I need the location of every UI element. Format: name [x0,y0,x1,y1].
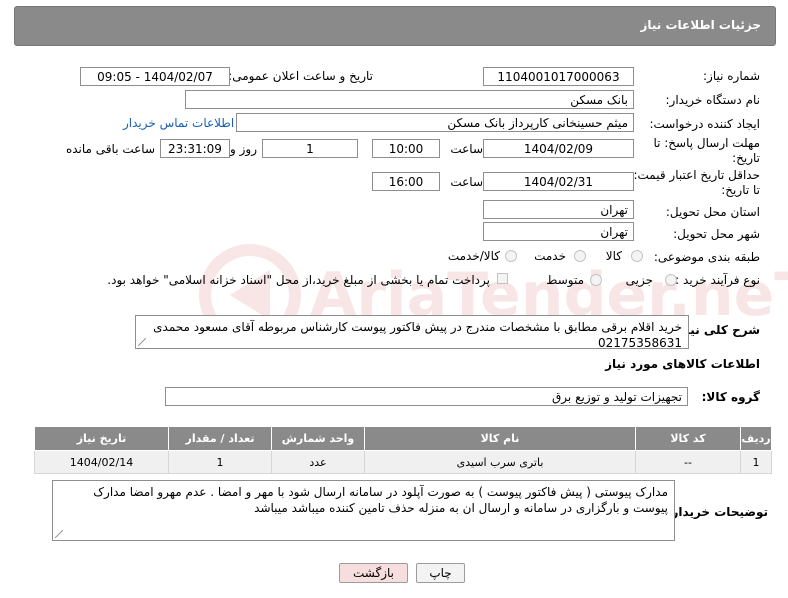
validity-time-field[interactable]: 16:00 [372,172,440,191]
category-both-radio[interactable] [505,250,517,262]
category-goods-radio[interactable] [631,250,643,262]
col-code: کد کالا [635,426,741,451]
need-number-label: شماره نیاز: [703,69,760,83]
validity-label-1: حداقل تاریخ اعتبار قیمت: [633,168,760,182]
validity-label-2: تا تاریخ: [721,183,760,197]
goods-section-title: اطلاعات کالاهای مورد نیاز [605,357,760,371]
category-goods-label: کالا [605,249,622,263]
remaining-time-field[interactable]: 23:31:09 [160,139,230,158]
contact-info-link[interactable]: اطلاعات تماس خریدار [123,116,234,130]
col-name: نام کالا [364,426,636,451]
header-panel: جزئیات اطلاعات نیاز [14,6,776,46]
deadline-time-label: ساعت [450,142,483,156]
col-qty: تعداد / مقدار [168,426,272,451]
cell-row: 1 [740,450,772,474]
category-service-radio[interactable] [574,250,586,262]
print-button[interactable]: چاپ [416,563,465,583]
buyer-org-label: نام دستگاه خریدار: [665,93,761,107]
city-label: شهر محل تحویل: [673,227,760,241]
category-service-label: خدمت [534,249,566,263]
description-text: خرید اقلام برقی مطابق با مشخصات مندرج در… [153,320,682,349]
col-row: ردیف [740,426,772,451]
deadline-date-field[interactable]: 1404/02/09 [483,139,634,158]
cell-name: باتری سرب اسیدی [364,450,636,474]
deadline-label-1: مهلت ارسال پاسخ: تا [653,136,760,150]
buyer-notes-label: توضیحات خریدار: [666,505,768,519]
remaining-time-label: ساعت باقی مانده [65,142,155,156]
buyer-notes-textarea[interactable]: مدارک پیوستی ( پیش فاکتور پیوست ) به صور… [52,480,675,541]
announce-field[interactable]: 1404/02/07 - 09:05 [80,67,230,86]
category-both-label: کالا/خدمت [447,249,500,263]
buyer-org-field[interactable]: بانک مسکن [185,90,634,109]
col-unit: واحد شمارش [271,426,365,451]
page-title: جزئیات اطلاعات نیاز [640,18,761,32]
cell-qty: 1 [168,450,272,474]
cell-code: -- [635,450,741,474]
province-field[interactable]: تهران [483,200,634,219]
goods-group-field[interactable]: تجهیزات تولید و توزیع برق [165,387,688,406]
table-row[interactable]: 1 -- باتری سرب اسیدی عدد 1 1404/02/14 [34,450,772,474]
treasury-payment-note: پرداخت تمام یا بخشی از مبلغ خرید،از محل … [107,273,490,287]
creator-field[interactable]: میثم حسینخانی کارپرداز بانک مسکن [236,113,634,132]
process-minor-label: جزیی [625,273,653,287]
treasury-payment-checkbox[interactable] [497,273,508,284]
deadline-time-field[interactable]: 10:00 [372,139,440,158]
announce-label: تاریخ و ساعت اعلان عمومی: [228,69,373,83]
resize-grip-icon[interactable] [138,338,146,346]
buyer-notes-text: مدارک پیوستی ( پیش فاکتور پیوست ) به صور… [93,485,668,515]
category-label: طبقه بندی موضوعی: [653,250,760,264]
cell-unit: عدد [271,450,365,474]
cell-date: 1404/02/14 [34,450,169,474]
goods-table-header: ردیف کد کالا نام کالا واحد شمارش تعداد /… [34,426,772,451]
process-medium-radio[interactable] [590,274,602,286]
days-label: روز و [230,142,257,156]
days-field[interactable]: 1 [262,139,358,158]
resize-grip-icon[interactable] [55,530,63,538]
validity-date-field[interactable]: 1404/02/31 [483,172,634,191]
goods-table: ردیف کد کالا نام کالا واحد شمارش تعداد /… [34,426,772,474]
back-button[interactable]: بازگشت [339,563,408,583]
province-label: استان محل تحویل: [665,205,760,219]
process-medium-label: متوسط [546,273,584,287]
description-textarea[interactable]: خرید اقلام برقی مطابق با مشخصات مندرج در… [135,315,689,349]
goods-group-label: گروه کالا: [701,390,760,404]
need-number-field[interactable]: 1104001017000063 [483,67,634,86]
validity-time-label: ساعت [450,175,483,189]
deadline-label-2: تاریخ: [732,151,760,165]
city-field[interactable]: تهران [483,222,634,241]
process-label: نوع فرآیند خرید : [675,273,760,287]
process-minor-radio[interactable] [665,274,677,286]
col-date: تاریخ نیاز [34,426,169,451]
creator-label: ایجاد کننده درخواست: [649,117,760,131]
